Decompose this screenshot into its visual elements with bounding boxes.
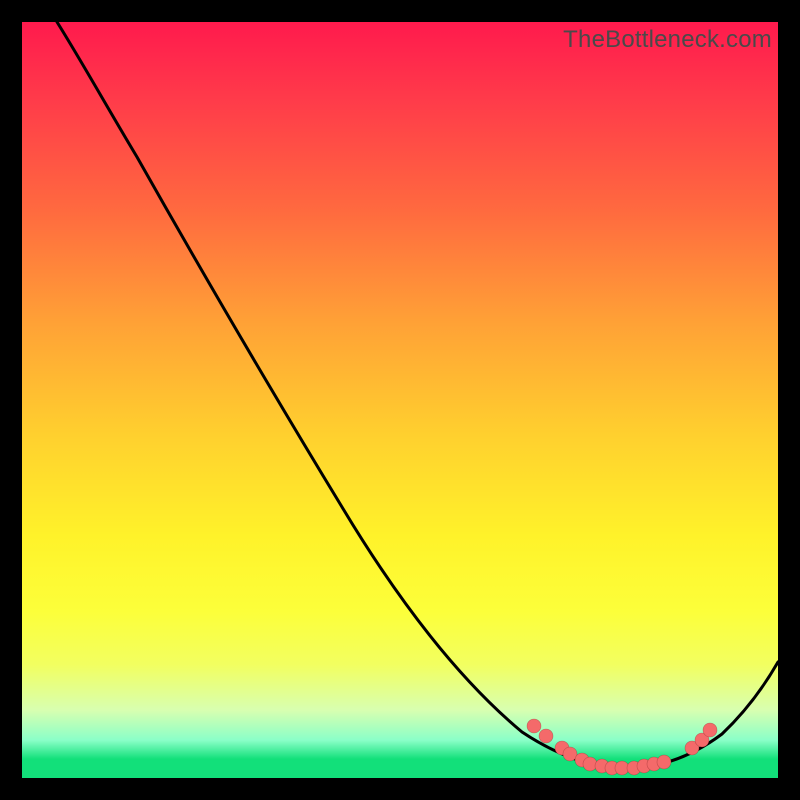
chart-frame: TheBottleneck.com [0, 0, 800, 800]
data-point [527, 719, 541, 733]
data-point [539, 729, 553, 743]
data-point [657, 755, 671, 769]
dots-group [527, 719, 717, 775]
chart-plot-area: TheBottleneck.com [22, 22, 778, 778]
chart-svg [22, 22, 778, 778]
curve-path [57, 22, 778, 769]
data-point [583, 757, 597, 771]
data-point [703, 723, 717, 737]
curve-group [57, 22, 778, 769]
